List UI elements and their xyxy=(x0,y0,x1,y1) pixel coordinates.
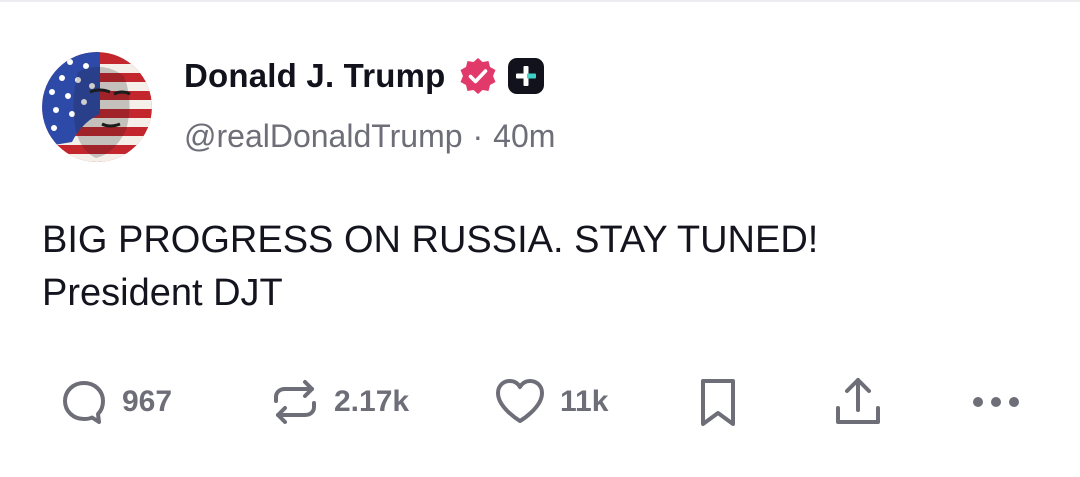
repost-button[interactable]: 2.17k xyxy=(268,372,409,432)
repost-icon xyxy=(274,380,316,424)
avatar[interactable] xyxy=(42,52,152,162)
like-button[interactable]: 11k xyxy=(492,372,608,432)
repost-count: 2.17k xyxy=(334,385,410,418)
more-button[interactable] xyxy=(970,372,1022,432)
author-row: Donald J. Trump xyxy=(184,56,544,96)
reply-count: 967 xyxy=(122,385,173,418)
plus-badge-icon xyxy=(507,58,544,94)
more-dots-icon xyxy=(973,397,1019,407)
reply-button[interactable]: 967 xyxy=(58,372,172,432)
author-handle[interactable]: @realDonaldTrump xyxy=(184,118,463,155)
action-bar: 967 2.17k 11k xyxy=(0,372,1080,432)
post-text-line: BIG PROGRESS ON RUSSIA. STAY TUNED! xyxy=(42,219,819,261)
top-divider xyxy=(0,0,1080,2)
verified-badge-icon xyxy=(458,56,498,96)
meta-separator: · xyxy=(472,118,484,154)
share-upload-icon xyxy=(836,378,880,424)
like-count: 11k xyxy=(560,385,609,418)
post-body: BIG PROGRESS ON RUSSIA. STAY TUNED! Pres… xyxy=(42,214,818,320)
handle-row: @realDonaldTrump · 40m xyxy=(184,118,555,155)
bookmark-icon xyxy=(701,379,735,426)
author-name[interactable]: Donald J. Trump xyxy=(184,57,446,95)
reply-bubble-icon xyxy=(63,381,105,424)
post-text-line: President DJT xyxy=(42,272,283,314)
post-time[interactable]: 40m xyxy=(493,118,555,155)
heart-icon xyxy=(496,379,544,423)
bookmark-button[interactable] xyxy=(694,372,742,432)
share-button[interactable] xyxy=(830,372,886,432)
